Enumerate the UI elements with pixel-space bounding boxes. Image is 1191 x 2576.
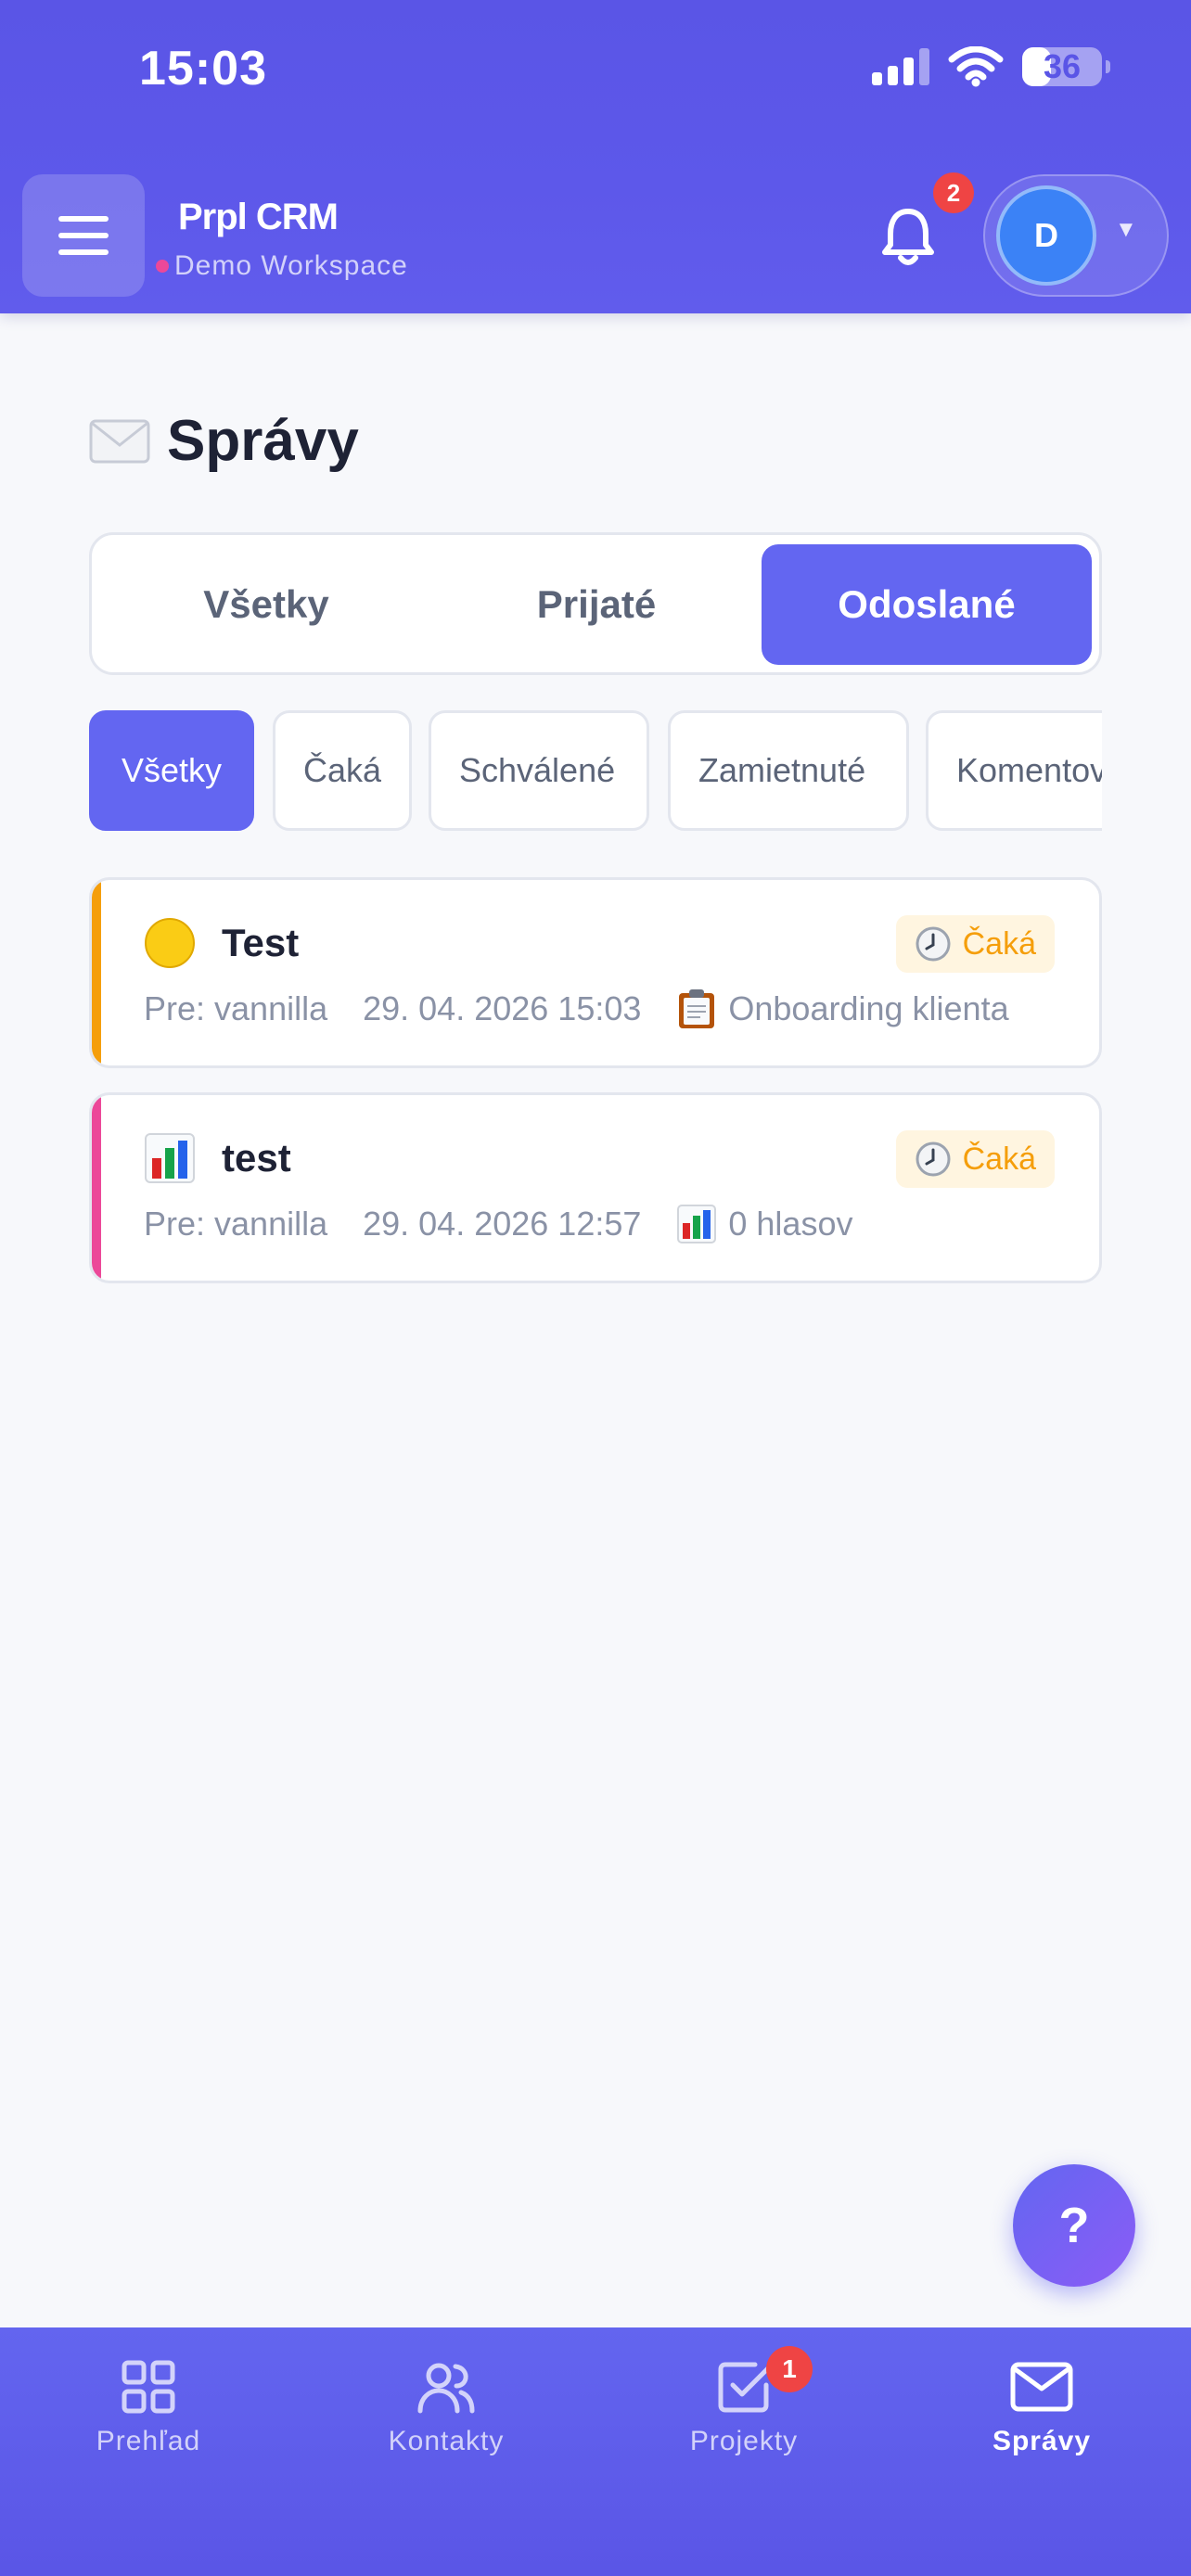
bar-chart-icon	[677, 1205, 717, 1243]
nav-label: Správy	[992, 2426, 1092, 2456]
filter-all[interactable]: Všetky	[89, 710, 254, 831]
help-button[interactable]: ?	[1013, 2164, 1135, 2287]
filter-commented[interactable]: Komentov	[926, 710, 1102, 831]
page-title: Správy	[89, 408, 359, 474]
workspace-switcher[interactable]: Demo Workspace	[156, 250, 408, 282]
projects-badge: 1	[766, 2346, 813, 2392]
message-recipient: Pre: vannilla	[144, 1205, 328, 1243]
message-card[interactable]: Test Čaká Pre: vannilla 29. 04. 2026 15:…	[89, 877, 1102, 1068]
app-name: Prpl CRM	[178, 197, 339, 237]
bar-chart-icon	[145, 1133, 195, 1183]
nav-label: Kontakty	[388, 2426, 505, 2456]
mail-icon	[1010, 2362, 1073, 2412]
message-meta: Pre: vannilla 29. 04. 2026 15:03 Onboard…	[144, 988, 1009, 1030]
card-title-row: Test	[144, 917, 299, 969]
clock-icon	[916, 1141, 951, 1177]
message-date: 29. 04. 2026 12:57	[363, 1205, 642, 1243]
hamburger-menu-button[interactable]	[22, 174, 145, 297]
avatar: D	[996, 185, 1096, 286]
users-icon	[417, 2363, 475, 2414]
filter-rejected[interactable]: Zamietnuté	[668, 710, 909, 831]
bottom-navigation: Prehľad Kontakty 1 Projekty Správy	[0, 2327, 1191, 2576]
bell-icon[interactable]	[877, 204, 939, 269]
profile-menu-button[interactable]: D ▼	[983, 174, 1169, 297]
message-box-tabs: Všetky Prijaté Odoslané	[89, 532, 1102, 675]
caret-down-icon: ▼	[1115, 217, 1137, 242]
nav-item-overview[interactable]: Prehľad	[46, 2357, 250, 2457]
tab-all[interactable]: Všetky	[101, 544, 431, 665]
message-card[interactable]: test Čaká Pre: vannilla 29. 04. 2026 12:…	[89, 1092, 1102, 1283]
message-context: 0 hlasov	[728, 1205, 853, 1243]
message-recipient: Pre: vannilla	[144, 989, 328, 1027]
battery-icon: 36	[1022, 47, 1110, 86]
status-time: 15:03	[139, 42, 267, 96]
nav-item-contacts[interactable]: Kontakty	[344, 2357, 548, 2457]
app-header: 15:03 36 Prpl CRM Demo Workspace 2 D ▼	[0, 0, 1191, 313]
page-heading: Správy	[167, 409, 359, 473]
message-context[interactable]: Onboarding klienta	[728, 989, 1008, 1028]
workspace-status-dot	[156, 260, 169, 273]
wifi-icon	[948, 46, 1004, 87]
status-label: Čaká	[962, 925, 1036, 962]
status-icons: 36	[872, 46, 1110, 87]
status-badge: Čaká	[895, 1130, 1055, 1188]
message-title: test	[222, 1136, 291, 1180]
workspace-name: Demo Workspace	[174, 250, 408, 281]
status-filter-bar[interactable]: Všetky Čaká Schválené Zamietnuté Komento…	[89, 710, 1102, 833]
nav-item-messages[interactable]: Správy	[940, 2357, 1144, 2457]
message-meta: Pre: vannilla 29. 04. 2026 12:57 0 hlaso…	[144, 1203, 852, 1245]
envelope-icon	[89, 419, 150, 463]
card-accent	[92, 880, 101, 1065]
nav-label: Prehľad	[96, 2426, 201, 2456]
nav-label: Projekty	[689, 2426, 799, 2456]
hamburger-menu-icon	[58, 216, 109, 222]
battery-percent: 36	[1043, 47, 1082, 85]
grid-icon	[122, 2360, 175, 2414]
filter-pending[interactable]: Čaká	[273, 710, 412, 831]
nav-item-projects[interactable]: 1 Projekty	[642, 2346, 846, 2457]
clock-icon	[916, 926, 951, 962]
checkbox-icon	[718, 2362, 771, 2413]
status-label: Čaká	[962, 1141, 1036, 1177]
cellular-signal-icon	[872, 48, 929, 85]
message-date: 29. 04. 2026 15:03	[363, 989, 642, 1027]
status-badge: Čaká	[895, 915, 1055, 973]
message-title: Test	[222, 921, 300, 964]
notification-badge: 2	[933, 172, 974, 213]
clipboard-icon	[679, 989, 715, 1028]
tab-received[interactable]: Prijaté	[431, 544, 762, 665]
yellow-circle-icon	[145, 918, 195, 968]
card-accent	[92, 1095, 101, 1281]
tab-sent[interactable]: Odoslané	[762, 544, 1092, 665]
filter-approved[interactable]: Schválené	[429, 710, 649, 831]
card-title-row: test	[144, 1132, 291, 1184]
